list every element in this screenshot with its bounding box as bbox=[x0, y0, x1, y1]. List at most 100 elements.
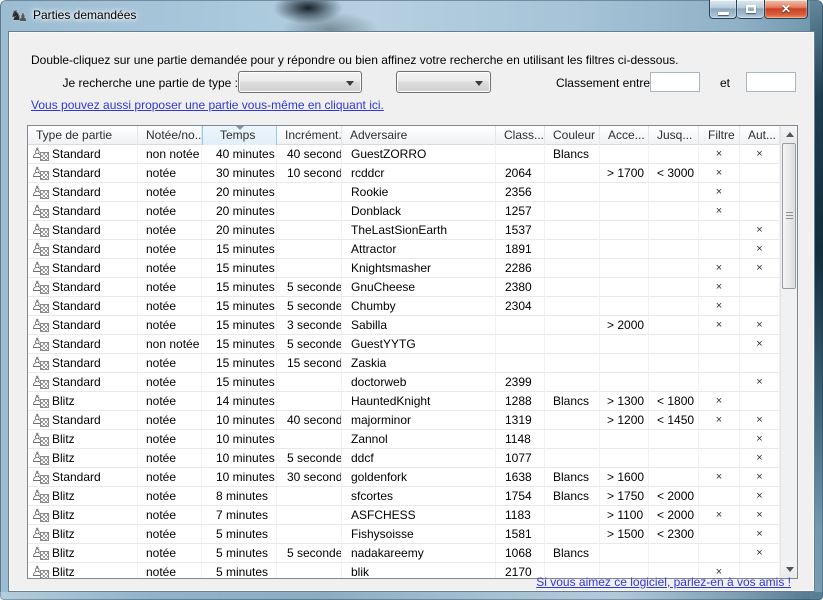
cell-type: ♙Blitz bbox=[28, 563, 138, 579]
column-header-label: Type de partie bbox=[36, 128, 112, 142]
cell-increment bbox=[277, 506, 342, 525]
cell-aut bbox=[740, 164, 780, 183]
cell-temps: 10 minutes bbox=[202, 430, 277, 449]
cell-aut: × bbox=[740, 544, 780, 563]
table-row[interactable]: ♙Blitznotée14 minutesHauntedKnight1288Bl… bbox=[28, 392, 780, 411]
cell-notee: notée bbox=[138, 468, 202, 487]
cell-temps: 15 minutes bbox=[202, 240, 277, 259]
cell-couleur bbox=[545, 316, 600, 335]
table-row[interactable]: ♙Standardnotée20 minutesDonblack1257× bbox=[28, 202, 780, 221]
cell-adversaire: goldenfork bbox=[342, 468, 496, 487]
cell-type: ♙Standard bbox=[28, 335, 138, 354]
table-row[interactable]: ♙Blitznotée7 minutesASFCHESS1183> 1100< … bbox=[28, 506, 780, 525]
scroll-up-button[interactable] bbox=[781, 126, 798, 143]
scrollbar-thumb[interactable] bbox=[782, 143, 796, 289]
cell-type: ♙Standard bbox=[28, 354, 138, 373]
cell-filtre bbox=[699, 487, 740, 506]
cell-adversaire: Knightsmasher bbox=[342, 259, 496, 278]
cell-aut: × bbox=[740, 449, 780, 468]
cell-acce: > 2000 bbox=[600, 316, 649, 335]
cell-classement: 2356 bbox=[496, 183, 545, 202]
column-header-type[interactable]: Type de partie bbox=[28, 126, 138, 145]
cell-jusq: < 2000 bbox=[649, 506, 699, 525]
cell-temps: 7 minutes bbox=[202, 506, 277, 525]
table-row[interactable]: ♙Blitznotée10 minutes5 secondesddcf1077× bbox=[28, 449, 780, 468]
column-header-adversaire[interactable]: Adversaire bbox=[342, 126, 496, 145]
cell-filtre bbox=[699, 449, 740, 468]
tell-friends-link[interactable]: Si vous aimez ce logiciel, parlez-en à v… bbox=[536, 575, 791, 589]
rating-min-input[interactable] bbox=[650, 72, 700, 92]
cell-adversaire: doctorweb bbox=[342, 373, 496, 392]
table-row[interactable]: ♙Blitznotée10 minutesZannol1148× bbox=[28, 430, 780, 449]
cell-acce bbox=[600, 373, 649, 392]
dialog-body: Double-cliquez sur une partie demandée p… bbox=[8, 31, 815, 592]
cell-couleur: Blancs bbox=[545, 487, 600, 506]
cell-adversaire: GuestZORRO bbox=[342, 145, 496, 164]
column-header-increment[interactable]: Incrément... bbox=[277, 126, 342, 145]
cell-increment: 40 second... bbox=[277, 411, 342, 430]
cell-couleur bbox=[545, 525, 600, 544]
table-row[interactable]: ♙Standardnotée15 minutes3 secondesSabill… bbox=[28, 316, 780, 335]
minimize-button[interactable] bbox=[709, 0, 737, 19]
vertical-scrollbar[interactable] bbox=[780, 126, 797, 578]
cell-temps: 20 minutes bbox=[202, 221, 277, 240]
cell-notee: notée bbox=[138, 240, 202, 259]
table-row[interactable]: ♙Standardnotée10 minutes30 second...gold… bbox=[28, 468, 780, 487]
column-header-aut[interactable]: Aut... bbox=[740, 126, 780, 145]
cell-notee: notée bbox=[138, 202, 202, 221]
cell-classement: 1257 bbox=[496, 202, 545, 221]
titlebar[interactable]: ♞♟ Parties demandées ✕ bbox=[0, 0, 823, 31]
table-row[interactable]: ♙Blitznotée5 minutes5 secondesnadakareem… bbox=[28, 544, 780, 563]
table-row[interactable]: ♙Standardnotée15 minutesAttractor1891× bbox=[28, 240, 780, 259]
scroll-up-icon bbox=[786, 132, 794, 137]
secondary-select[interactable] bbox=[396, 71, 491, 93]
table-row[interactable]: ♙Standardnotée30 minutes10 second...rcdd… bbox=[28, 164, 780, 183]
cell-jusq: < 3000 bbox=[649, 164, 699, 183]
cell-filtre: × bbox=[699, 202, 740, 221]
table-row[interactable]: ♙Standardnotée20 minutesRookie2356× bbox=[28, 183, 780, 202]
cell-couleur bbox=[545, 278, 600, 297]
column-header-jusq[interactable]: Jusq... bbox=[649, 126, 699, 145]
column-header-filtre[interactable]: Filtre bbox=[699, 126, 740, 145]
rating-max-input[interactable] bbox=[746, 72, 796, 92]
cell-temps: 15 minutes bbox=[202, 373, 277, 392]
maximize-button[interactable] bbox=[737, 0, 764, 19]
table-row[interactable]: ♙Standardnotée15 minutes5 secondesChumby… bbox=[28, 297, 780, 316]
table-row[interactable]: ♙Standardnotée15 minutesKnightsmasher228… bbox=[28, 259, 780, 278]
table-row[interactable]: ♙Standardnon notée15 minutes5 secondesGu… bbox=[28, 335, 780, 354]
table-row[interactable]: ♙Standardnotée20 minutesTheLastSionEarth… bbox=[28, 221, 780, 240]
column-header-acce[interactable]: Acce... bbox=[600, 126, 649, 145]
table-row[interactable]: ♙Standardnotée10 minutes40 second...majo… bbox=[28, 411, 780, 430]
scroll-down-icon bbox=[786, 567, 794, 572]
propose-game-link[interactable]: Vous pouvez aussi proposer une partie vo… bbox=[31, 98, 384, 112]
cell-increment: 15 second... bbox=[277, 354, 342, 373]
game-type-select[interactable] bbox=[238, 71, 362, 93]
cell-adversaire: Zaskia bbox=[342, 354, 496, 373]
cell-type: ♙Standard bbox=[28, 468, 138, 487]
cell-couleur bbox=[545, 221, 600, 240]
close-button[interactable]: ✕ bbox=[764, 0, 808, 19]
table-row[interactable]: ♙Standardnon notée40 minutes40 second...… bbox=[28, 145, 780, 164]
table-body: ♙Standardnon notée40 minutes40 second...… bbox=[28, 145, 780, 579]
table-row[interactable]: ♙Blitznotée5 minutesFishysoisse1581> 150… bbox=[28, 525, 780, 544]
cell-couleur bbox=[545, 164, 600, 183]
game-type-text: Standard bbox=[52, 297, 101, 315]
chess-pawn-board-icon: ♙ bbox=[31, 507, 51, 523]
cell-classement: 1891 bbox=[496, 240, 545, 259]
table-row[interactable]: ♙Standardnotée15 minutes15 second...Zask… bbox=[28, 354, 780, 373]
cell-jusq: < 1800 bbox=[649, 392, 699, 411]
column-header-couleur[interactable]: Couleur bbox=[545, 126, 600, 145]
cell-notee: notée bbox=[138, 563, 202, 579]
cell-temps: 14 minutes bbox=[202, 392, 277, 411]
column-header-temps[interactable]: Temps bbox=[202, 126, 277, 145]
cell-increment bbox=[277, 240, 342, 259]
cell-adversaire: GuestYYTG bbox=[342, 335, 496, 354]
column-header-notee[interactable]: Notée/no... bbox=[138, 126, 202, 145]
cell-classement: 1754 bbox=[496, 487, 545, 506]
column-header-classement[interactable]: Class... bbox=[496, 126, 545, 145]
game-type-text: Standard bbox=[52, 221, 101, 239]
table-row[interactable]: ♙Blitznotée8 minutessfcortes1754Blancs> … bbox=[28, 487, 780, 506]
cell-couleur bbox=[545, 183, 600, 202]
table-row[interactable]: ♙Standardnotée15 minutes5 secondesGnuChe… bbox=[28, 278, 780, 297]
table-row[interactable]: ♙Standardnotée15 minutesdoctorweb2399× bbox=[28, 373, 780, 392]
